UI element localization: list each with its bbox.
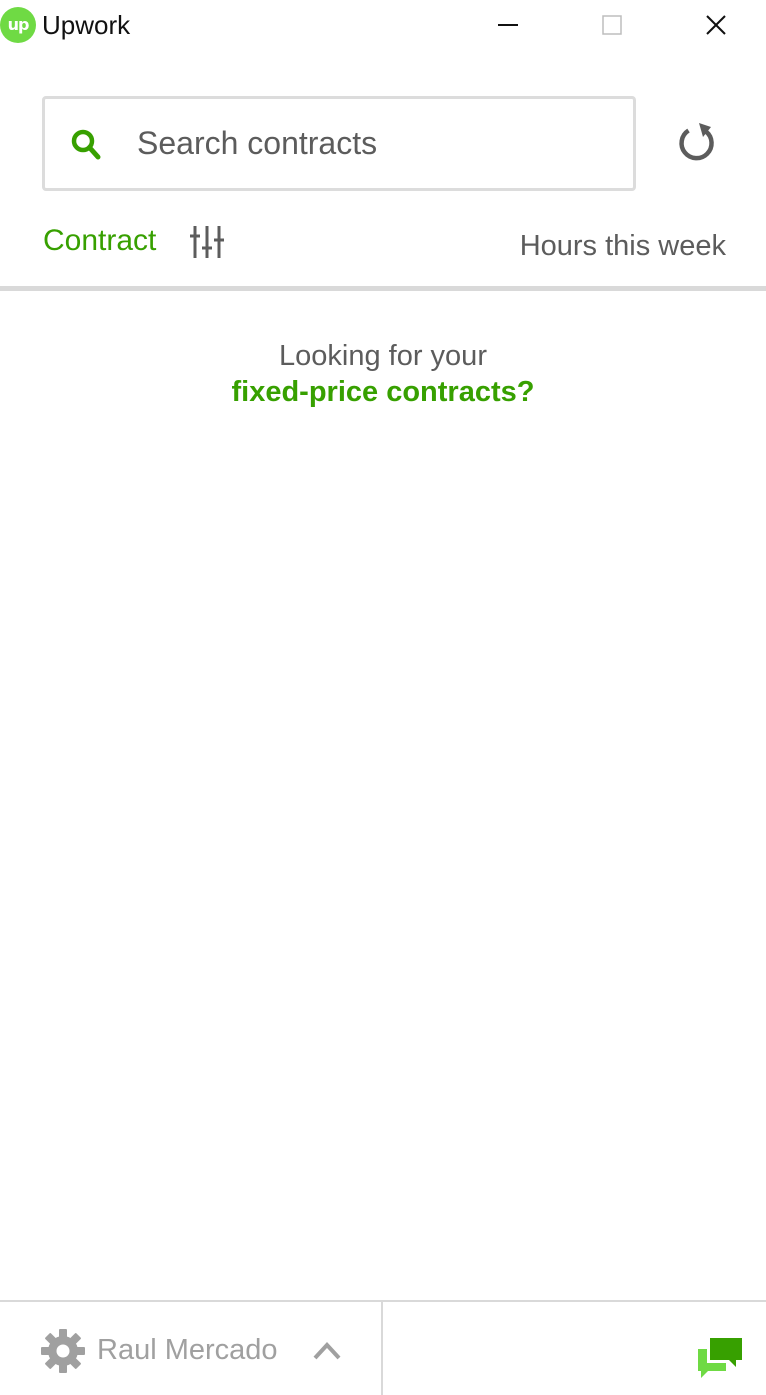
maximize-button[interactable] — [560, 0, 664, 50]
gear-icon — [41, 1329, 85, 1373]
title-bar: up Upwork — [0, 0, 766, 50]
search-icon — [71, 129, 101, 160]
maximize-icon — [602, 15, 622, 35]
user-name: Raul Mercado — [97, 1334, 278, 1366]
empty-state-text: Looking for your — [279, 340, 487, 372]
close-button[interactable] — [664, 0, 766, 50]
header-divider — [0, 286, 766, 291]
contract-column-header[interactable]: Contract — [43, 224, 156, 258]
chevron-up-icon — [313, 1342, 341, 1360]
footer-bar: Raul Mercado — [0, 1300, 766, 1395]
minimize-icon — [498, 24, 518, 26]
upwork-logo-icon: up — [0, 7, 36, 43]
hours-this-week-column-header: Hours this week — [519, 230, 726, 262]
logo-text: up — [7, 14, 30, 34]
fixed-price-contracts-link[interactable]: fixed-price contracts? — [232, 374, 535, 410]
upwork-window: up Upwork Cont — [0, 0, 766, 1395]
search-box[interactable] — [42, 96, 636, 191]
empty-state-message: Looking for your fixed-price contracts? — [0, 338, 766, 410]
sliders-filter-icon[interactable] — [190, 224, 224, 260]
user-settings-menu[interactable]: Raul Mercado — [0, 1302, 381, 1395]
chat-bubbles-icon[interactable] — [696, 1334, 744, 1380]
footer-divider — [381, 1302, 383, 1395]
minimize-button[interactable] — [456, 0, 560, 50]
close-icon — [706, 15, 726, 35]
search-input[interactable] — [137, 117, 607, 169]
window-title: Upwork — [42, 10, 131, 40]
refresh-icon[interactable] — [676, 122, 718, 164]
